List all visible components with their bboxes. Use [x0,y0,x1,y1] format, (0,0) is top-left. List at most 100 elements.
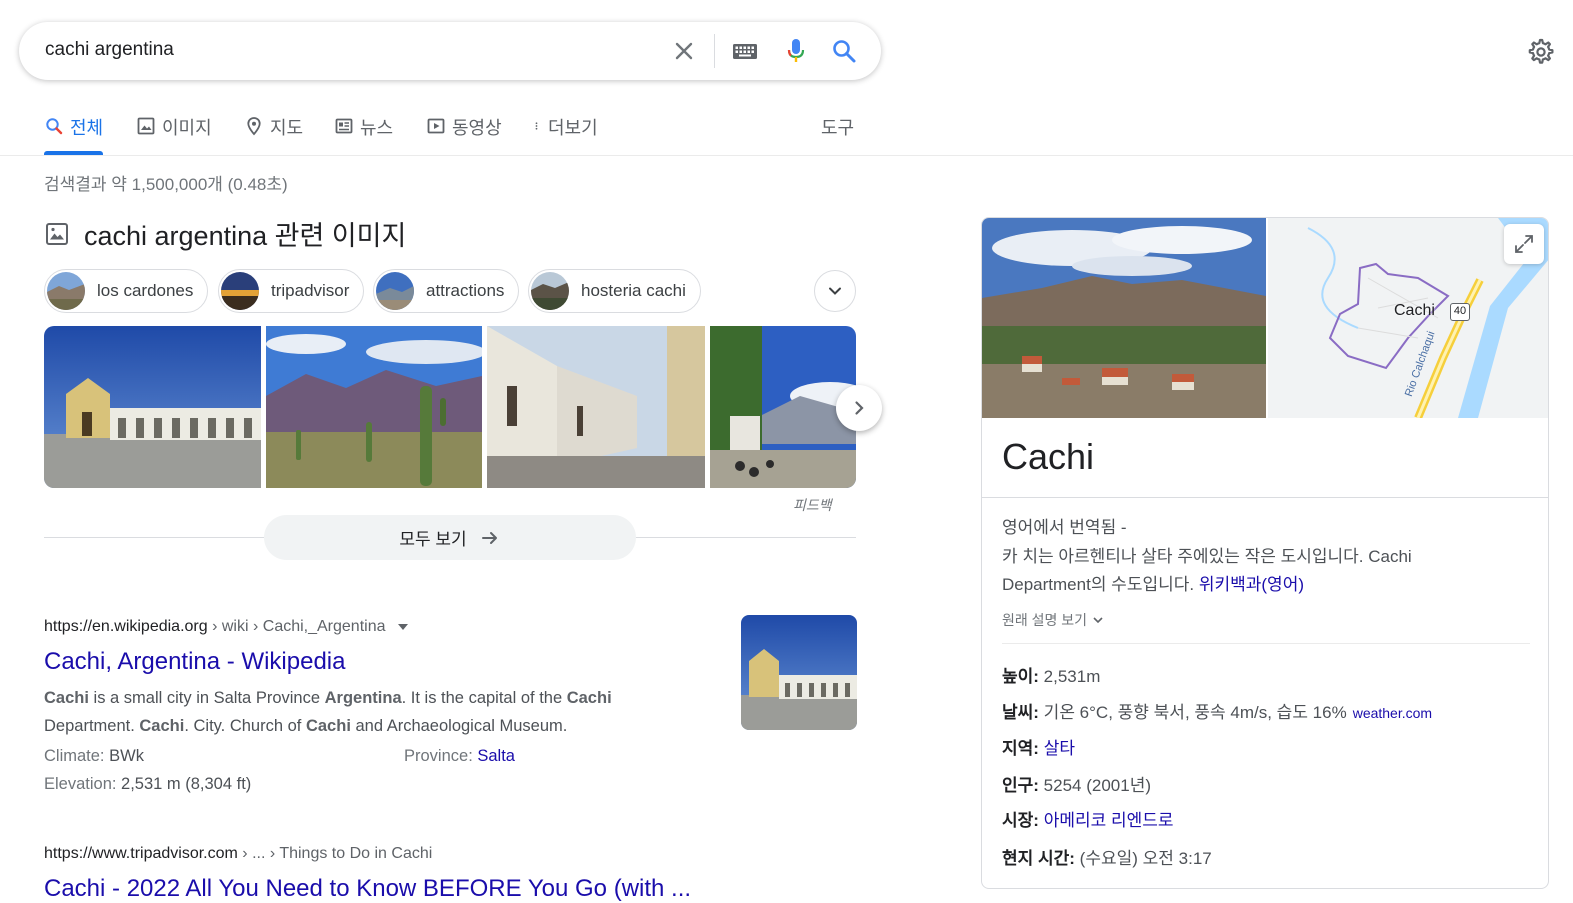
keyboard-icon[interactable] [730,36,760,66]
image-icon [46,222,68,245]
tab-images[interactable]: 이미지 [136,114,212,154]
snippet-bold: Cachi [44,689,89,707]
result-stats: 검색결과 약 1,500,000개 (0.48초) [44,175,288,194]
snippet-text: Department. [44,717,140,735]
images-feedback-link[interactable]: 피드백 [793,495,832,515]
fact-label: 지역: [1002,739,1039,758]
chip-hosteria-cachi[interactable]: hosteria cachi [528,269,701,313]
result-path: › ... › Things to Do in Cachi [237,845,433,862]
fact-label: 날씨: [1002,703,1039,722]
fact-value: (수요일) 오전 3:17 [1074,849,1212,868]
fact-label: 현지 시간: [1002,849,1075,868]
search-bar[interactable]: cachi argentina [19,22,881,80]
chip-tripadvisor[interactable]: tripadvisor [218,269,365,313]
attr-province: Province: Salta [404,747,515,766]
tools-button[interactable]: 도구 [821,114,854,140]
chip-label: tripadvisor [271,281,350,300]
snippet-bold: Cachi [305,717,351,735]
snippet-text: . It is the capital of the [401,689,567,707]
snippet-text: is a small city in Salta Province [88,689,325,707]
chip-attractions[interactable]: attractions [373,269,520,313]
images-next-button[interactable] [836,385,882,431]
chip-los-cardones[interactable]: los cardones [44,269,209,313]
tab-label: 더보기 [548,118,598,138]
chip-thumbnail [47,272,85,310]
fact-region: 지역: 살타 [1002,734,1075,759]
result-1-snippet: Cachi is a small city in Salta Province … [44,684,684,740]
route-shield: 40 [1450,303,1470,321]
tab-all[interactable]: 전체 [44,114,104,155]
more-vert-icon [535,122,538,130]
province-link[interactable]: Salta [477,747,515,765]
snippet-text: and Archaeological Museum. [350,717,568,735]
view-original-label: 원래 설명 보기 [1002,612,1088,628]
attr-value: 2,531 m (8,304 ft) [121,775,252,793]
snippet-bold: Argentina [324,689,402,707]
kp-photo[interactable] [982,218,1266,418]
video-icon [427,118,445,134]
attr-label: Climate: [44,747,110,765]
translated-note: 영어에서 번역됨 - [1002,518,1127,537]
weather-source-link[interactable]: weather.com [1353,705,1432,721]
arrow-right-icon [481,531,497,544]
chip-label: attractions [426,281,505,300]
chip-thumbnail [221,272,259,310]
search-tabs: 전체 이미지 지도 뉴스 동영상 더보기 도구 [0,100,1573,156]
image-result-3[interactable] [487,326,705,488]
gear-icon[interactable] [1524,36,1556,68]
result-1-url[interactable]: https://en.wikipedia.org › wiki › Cachi,… [44,618,408,636]
chevron-down-icon [829,287,841,295]
tab-label: 전체 [70,118,104,138]
search-input[interactable]: cachi argentina [45,39,174,61]
attr-elevation: Elevation: 2,531 m (8,304 ft) [44,775,251,794]
result-domain: https://en.wikipedia.org [44,618,208,635]
snippet-bold: Cachi [139,717,185,735]
tab-news[interactable]: 뉴스 [334,114,393,154]
fact-label: 인구: [1002,776,1039,795]
tab-label: 지도 [270,118,304,138]
fact-weather: 날씨: 기온 6°C, 풍향 북서, 풍속 4m/s, 습도 16% weathe… [1002,698,1432,723]
caret-down-icon[interactable] [397,623,408,630]
attr-value: BWk [109,747,144,765]
wikipedia-link[interactable]: 위키백과(영어) [1199,575,1304,594]
fact-value: 2,531m [1038,667,1101,686]
chip-label: los cardones [97,281,194,300]
image-result-1[interactable] [44,326,261,488]
region-link[interactable]: 살타 [1044,739,1075,758]
fact-population: 인구: 5254 (2001년) [1002,771,1151,796]
mayor-link[interactable]: 아메리코 리엔드로 [1044,811,1174,830]
images-title: cachi argentina 관련 이미지 [84,221,407,251]
view-original-button[interactable]: 원래 설명 보기 [1002,610,1105,630]
fact-elevation: 높이: 2,531m [1002,662,1100,687]
attr-label: Elevation: [44,775,122,793]
search-icon [46,118,63,135]
tab-videos[interactable]: 동영상 [426,114,502,154]
description-line: Department의 수도입니다. [1002,575,1199,594]
expand-icon[interactable] [1504,224,1544,264]
image-result-2[interactable] [266,326,482,488]
search-icon[interactable] [829,36,859,66]
fact-local-time: 현지 시간: (수요일) 오전 3:17 [1002,844,1212,869]
microphone-icon[interactable] [781,36,811,66]
view-all-images-button[interactable]: 모두 보기 [264,515,636,560]
snippet-bold: Cachi [566,689,612,707]
tab-more[interactable]: 더보기 [534,114,598,154]
search-divider [714,34,715,68]
fact-label: 높이: [1002,667,1039,686]
tab-maps[interactable]: 지도 [244,114,303,154]
divider [982,497,1548,498]
tab-label: 동영상 [452,118,502,138]
chip-label: hosteria cachi [581,281,686,300]
result-2-url[interactable]: https://www.tripadvisor.com › ... › Thin… [44,845,432,863]
result-2-title-link[interactable]: Cachi - 2022 All You Need to Know BEFORE… [44,875,691,903]
result-1-thumbnail[interactable] [741,615,857,730]
map-label: Cachi [1394,302,1435,319]
chip-thumbnail [376,272,414,310]
image-result-4[interactable] [710,326,856,488]
description-line: 카 치는 아르헨티나 살타 주에있는 작은 도시입니다. Cachi [1002,546,1412,566]
chips-expand-button[interactable] [814,270,856,312]
clear-icon[interactable] [669,36,699,66]
result-domain: https://www.tripadvisor.com [44,845,238,862]
news-icon [335,118,353,134]
result-1-title-link[interactable]: Cachi, Argentina - Wikipedia [44,648,345,676]
